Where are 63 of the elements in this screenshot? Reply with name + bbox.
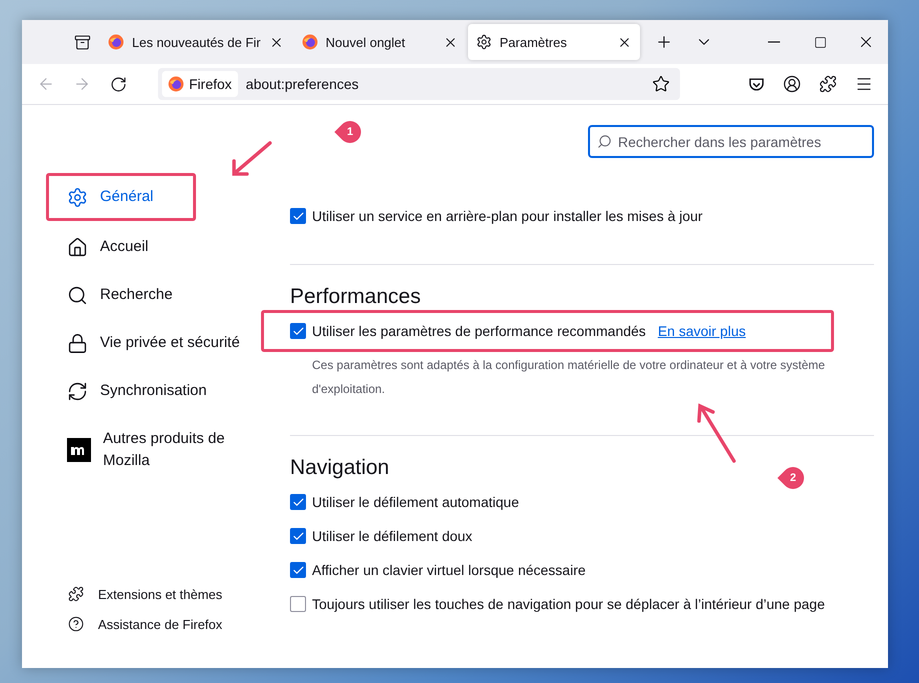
firefox-logo-icon: [168, 76, 184, 92]
account-icon: [783, 75, 801, 93]
checkbox[interactable]: [290, 208, 306, 224]
sync-icon: [67, 380, 88, 402]
check-icon: [292, 210, 304, 222]
learn-more-link[interactable]: En savoir plus: [658, 323, 746, 339]
maximize-icon: [814, 36, 826, 48]
sidebar-item[interactable]: Autres produits de Mozilla: [46, 415, 264, 485]
menu-icon: [855, 75, 873, 93]
footer-link[interactable]: Assistance de Firefox: [68, 616, 290, 632]
sidebar-item[interactable]: Accueil: [46, 223, 196, 271]
section-heading: Performances: [290, 285, 421, 309]
checkbox[interactable]: [290, 596, 306, 612]
option-label[interactable]: Afficher un clavier virtuel lorsque nécessaire: [312, 562, 586, 578]
minimize-icon: [768, 41, 780, 43]
tab-title: Paramètres: [500, 34, 568, 50]
tab-title: Nouvel onglet: [326, 34, 406, 50]
checkbox[interactable]: [290, 494, 306, 510]
option-label[interactable]: Toujours utiliser les touches de navigation pour se déplacer à l’intérieur d’une page: [312, 596, 825, 612]
check-icon: [292, 324, 304, 338]
option-label[interactable]: Utiliser un service en arrière-plan pour installer les mises à jour: [312, 208, 703, 224]
m-logo-icon: [67, 438, 91, 462]
browser-tab[interactable]: Les nouveautés de Fir: [100, 24, 292, 60]
reload-icon: [110, 76, 126, 92]
sidebar-item[interactable]: Recherche: [46, 271, 196, 319]
option-label[interactable]: Utiliser les paramètres de performance recommandés: [312, 323, 646, 339]
footer-link[interactable]: Extensions et thèmes: [68, 586, 290, 602]
checkbox[interactable]: [290, 562, 306, 578]
browser-tab[interactable]: Paramètres: [468, 24, 640, 60]
search-field[interactable]: Rechercher dans les paramètres: [588, 125, 874, 158]
browser-tab[interactable]: Nouvel onglet: [294, 24, 466, 60]
settings-icon: [476, 34, 492, 50]
search-icon: [67, 284, 88, 306]
settings-icon: [67, 186, 88, 208]
sidebar-item[interactable]: Général: [46, 173, 196, 221]
check-icon: [292, 530, 304, 542]
help-icon: [68, 616, 84, 632]
option-description: Ces paramètres sont adaptés à la configuration matérielle de votre ordinateur et à votre système d'exploitation.: [312, 357, 826, 398]
check-icon: [292, 496, 304, 508]
sidebar-item[interactable]: Synchronisation: [46, 367, 228, 415]
pointer-arrow: [230, 141, 272, 177]
puzzle-icon: [819, 75, 837, 93]
home-icon: [67, 236, 88, 258]
address-bar[interactable]: Firefox about:preferences: [158, 68, 680, 100]
puzzle-icon: [68, 586, 84, 602]
bookmark-star-icon[interactable]: [652, 75, 670, 93]
firefox-logo-icon: [302, 34, 318, 50]
identity-chip[interactable]: Firefox: [162, 71, 238, 97]
checkbox[interactable]: [290, 528, 306, 544]
checkbox[interactable]: [290, 323, 306, 339]
lock-icon: [67, 332, 88, 354]
pocket-icon[interactable]: [748, 76, 764, 92]
archive-icon: [74, 34, 90, 50]
search-icon: [597, 134, 612, 149]
firefox-logo-icon: [108, 34, 124, 50]
option-label[interactable]: Utiliser le défilement automatique: [312, 494, 519, 510]
pointer-arrow: [696, 403, 736, 463]
section-heading: Navigation: [290, 456, 390, 480]
check-icon: [292, 564, 304, 576]
url-text: about:preferences: [246, 76, 360, 92]
sidebar-item[interactable]: Vie privée et sécurité: [46, 319, 261, 367]
option-label[interactable]: Utiliser le défilement doux: [312, 528, 472, 544]
tab-title: Les nouveautés de Fir: [132, 34, 261, 50]
